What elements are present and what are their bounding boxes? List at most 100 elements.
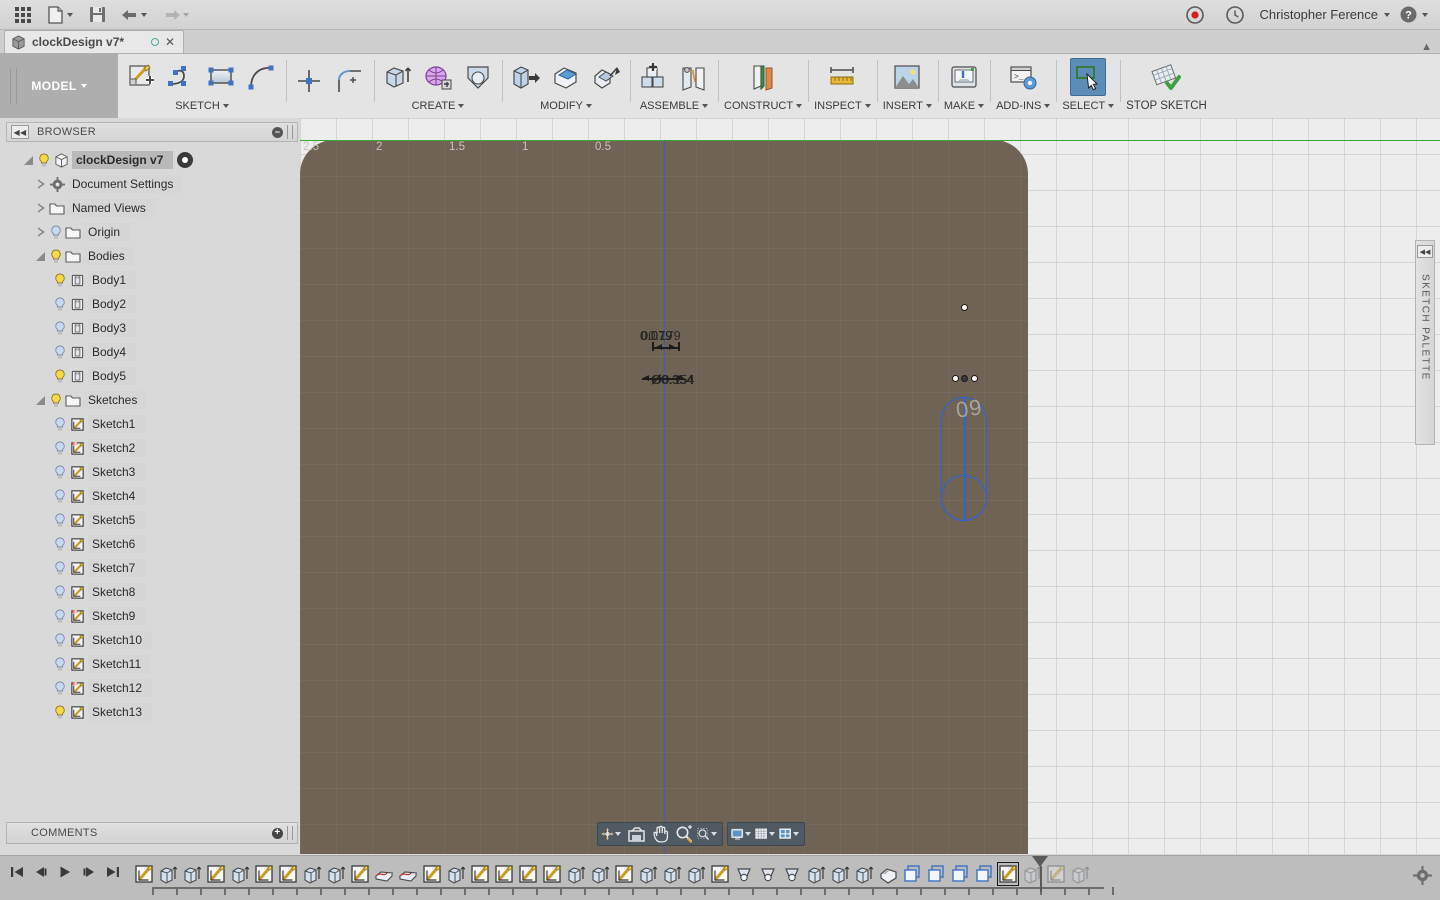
ribbon-group-label[interactable]: MODIFY (540, 100, 592, 112)
timeline-feature-extrude[interactable] (804, 861, 828, 887)
insert-image-icon[interactable] (889, 58, 925, 96)
tree-node-body[interactable]: Body2 (0, 292, 300, 316)
timeline-feature-revolve[interactable] (732, 861, 756, 887)
display-settings-icon[interactable] (731, 824, 753, 844)
revolve-icon[interactable] (420, 58, 456, 96)
timeline-feature-loft[interactable] (372, 861, 396, 887)
visibility-bulb-off-icon[interactable] (48, 225, 64, 240)
timeline-feature-pattern[interactable] (972, 861, 996, 887)
visibility-bulb-off-icon[interactable] (52, 465, 68, 480)
timeline-feature-sketch[interactable] (612, 861, 636, 887)
timeline-feature-sketch[interactable] (420, 861, 444, 887)
tree-node-body[interactable]: Body5 (0, 364, 300, 388)
visibility-bulb-off-icon[interactable] (52, 657, 68, 672)
timeline-feature-sketch[interactable] (468, 861, 492, 887)
timeline-feature-fillet[interactable] (876, 861, 900, 887)
pan-icon[interactable] (649, 824, 671, 844)
sketch-point[interactable] (961, 304, 968, 311)
visibility-bulb-off-icon[interactable] (52, 441, 68, 456)
timeline-feature-sketch[interactable] (708, 861, 732, 887)
visibility-bulb-on-icon[interactable] (48, 393, 64, 408)
circle-profile[interactable] (941, 475, 987, 521)
collapse-ribbon-icon[interactable]: ▲ (1421, 41, 1432, 53)
viewports-icon[interactable] (779, 824, 801, 844)
tree-node-sketch[interactable]: Sketch3 (0, 460, 300, 484)
new-file-button[interactable] (40, 2, 80, 28)
expand-toggle-icon[interactable] (34, 393, 48, 407)
tree-node-body[interactable]: Body1 (0, 268, 300, 292)
app-grid-icon[interactable] (8, 2, 38, 28)
visibility-bulb-off-icon[interactable] (52, 417, 68, 432)
timeline-feature-extrude[interactable] (228, 861, 252, 887)
timeline-feature-extrude[interactable] (324, 861, 348, 887)
tree-node-sketch[interactable]: Sketch11 (0, 652, 300, 676)
timeline-feature-extrude[interactable] (564, 861, 588, 887)
job-status-clock-icon[interactable] (1220, 2, 1250, 28)
tree-node-sketches[interactable]: Sketches (0, 388, 300, 412)
stop-sketch-label[interactable]: STOP SKETCH (1126, 100, 1207, 112)
look-at-icon[interactable] (625, 824, 647, 844)
diameter-dimension-value-overlap[interactable]: Ø0.154 (652, 372, 695, 387)
timeline-settings-gear-icon[interactable] (1413, 866, 1432, 885)
chevron-down-icon[interactable] (978, 104, 985, 108)
visibility-bulb-off-icon[interactable] (52, 489, 68, 504)
timeline-feature-pattern[interactable] (900, 861, 924, 887)
visibility-bulb-off-icon[interactable] (52, 513, 68, 528)
visibility-bulb-off-icon[interactable] (52, 633, 68, 648)
press-pull-icon[interactable] (508, 58, 544, 96)
timeline-feature-extrude[interactable] (636, 861, 660, 887)
chevron-down-icon[interactable] (80, 84, 87, 88)
timeline-feature-extrude[interactable] (852, 861, 876, 887)
chevron-down-icon[interactable] (66, 12, 73, 17)
dimension-value-overlap[interactable]: 00.179 (641, 328, 681, 343)
timeline-feature-sketch[interactable] (348, 861, 372, 887)
tree-node-sketch[interactable]: Sketch2 (0, 436, 300, 460)
visibility-bulb-off-icon[interactable] (52, 297, 68, 312)
document-tab[interactable]: clockDesign v7* ✕ (4, 30, 184, 53)
orbit-icon[interactable] (601, 824, 623, 844)
chevron-down-icon[interactable] (141, 12, 147, 17)
play-icon[interactable] (56, 862, 74, 882)
close-icon[interactable]: ✕ (165, 36, 175, 48)
tree-node-sketch[interactable]: Sketch9 (0, 604, 300, 628)
sketch-palette-panel[interactable]: ◀◀ SKETCH PALETTE (1415, 240, 1435, 445)
tree-node-sketch[interactable]: Sketch7 (0, 556, 300, 580)
zoom-window-icon[interactable] (697, 824, 719, 844)
fillet-sketch-icon[interactable] (332, 62, 368, 100)
tree-node-body[interactable]: Body4 (0, 340, 300, 364)
timeline-features[interactable] (132, 856, 1092, 900)
timeline-feature-revolve[interactable] (756, 861, 780, 887)
tree-node-sketch[interactable]: Sketch13 (0, 700, 300, 724)
expand-toggle-icon[interactable] (34, 201, 48, 215)
help-menu[interactable]: ? (1400, 6, 1428, 23)
ribbon-group-label[interactable]: ASSEMBLE (640, 100, 709, 112)
timeline-feature-sketch[interactable] (204, 861, 228, 887)
stop-sketch-icon[interactable] (1148, 58, 1184, 96)
sketch-point[interactable] (952, 375, 959, 382)
visibility-bulb-off-icon[interactable] (52, 681, 68, 696)
chevron-down-icon[interactable] (458, 104, 465, 108)
arc-icon[interactable] (244, 58, 280, 96)
redo-button[interactable] (156, 2, 196, 28)
chevron-down-icon[interactable] (1044, 104, 1051, 108)
timeline-feature-extrude[interactable] (828, 861, 852, 887)
visibility-bulb-off-icon[interactable] (52, 537, 68, 552)
timeline-feature-sketch[interactable] (276, 861, 300, 887)
user-account-menu[interactable]: Christopher Ference (1260, 7, 1390, 22)
panel-resize-grip[interactable] (287, 826, 293, 840)
move-icon[interactable] (588, 58, 624, 96)
timeline-feature-loft[interactable] (396, 861, 420, 887)
timeline-feature-sketch[interactable] (516, 861, 540, 887)
fillet-icon[interactable] (548, 58, 584, 96)
timeline-feature-extrude[interactable] (180, 861, 204, 887)
tree-node-sketch[interactable]: Sketch1 (0, 412, 300, 436)
chevron-down-icon[interactable] (1422, 12, 1428, 17)
sketch-point-origin[interactable] (961, 375, 968, 382)
chevron-down-icon[interactable] (1108, 104, 1115, 108)
expand-toggle-icon[interactable] (34, 177, 48, 191)
ribbon-group-label[interactable]: CONSTRUCT (724, 100, 803, 112)
visibility-bulb-on-icon[interactable] (52, 273, 68, 288)
timeline-feature-extrude[interactable] (684, 861, 708, 887)
tree-node-sketch[interactable]: Sketch5 (0, 508, 300, 532)
scripts-addins-icon[interactable]: >_ (1005, 58, 1041, 96)
